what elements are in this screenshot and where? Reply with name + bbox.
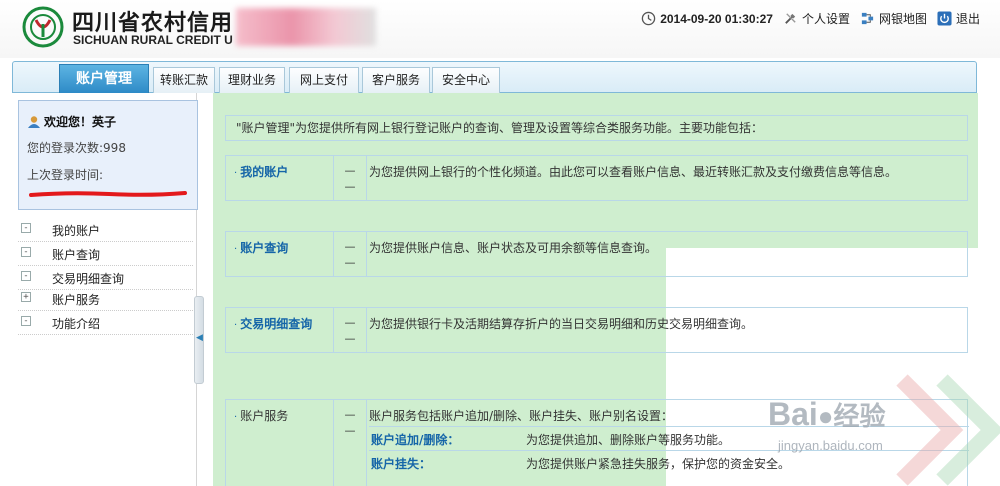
- datetime-text: 2014-09-20 01:30:27: [660, 11, 773, 26]
- row-description: 为您提供网上银行的个性化频道。由此您可以查看账户信息、最近转账汇款及支付缴费信息…: [369, 165, 898, 179]
- brand-name-en: SICHUAN RURAL CREDIT U: [73, 33, 233, 47]
- collapse-toggle-icon[interactable]: -: [21, 271, 31, 281]
- tab-online-payment[interactable]: 网上支付: [289, 67, 359, 93]
- table-row: · 账户查询 — — 为您提供账户信息、账户状态及可用余额等信息查询。: [225, 231, 968, 277]
- dash-text: —: [344, 332, 356, 345]
- expand-toggle-icon[interactable]: +: [21, 292, 31, 302]
- sidebar-item-transaction-query[interactable]: - 交易明细查询: [18, 268, 193, 290]
- dash-text: —: [344, 424, 356, 437]
- sidebar-item-label: 账户查询: [52, 248, 101, 262]
- table-row: · 我的账户 — — 为您提供网上银行的个性化频道。由此您可以查看账户信息、最近转账…: [225, 155, 968, 201]
- sitemap-label: 网银地图: [878, 12, 927, 26]
- logout-link[interactable]: 退出: [937, 10, 980, 27]
- bullet-icon: ·: [234, 320, 238, 331]
- row-description: 账户服务包括账户追加/删除、账户挂失、账户别名设置：: [369, 409, 674, 423]
- logout-label: 退出: [955, 12, 980, 26]
- sub-row-description: 为您提供账户紧急挂失服务，保护您的资金安全。: [526, 457, 791, 471]
- clock-icon: [641, 11, 656, 26]
- dash-text: —: [344, 316, 356, 329]
- row-dash: — —: [334, 308, 367, 352]
- bullet-icon: ·: [234, 168, 238, 179]
- sidebar-item-account-service[interactable]: + 账户服务: [18, 289, 193, 311]
- row-description: 为您提供银行卡及活期结算存折户的当日交易明细和历史交易明细查询。: [369, 317, 754, 331]
- main-nav: 账户管理 转账汇款 理财业务 网上支付 客户服务 安全中心: [12, 61, 977, 94]
- tools-icon: [785, 13, 796, 24]
- main-content: "账户管理"为您提供所有网上银行登记账户的查询、管理及设置等综合类服务功能。主要…: [213, 93, 978, 486]
- sidebar-collapse-handle[interactable]: ◀: [194, 296, 204, 384]
- header: 四川省农村信用 SICHUAN RURAL CREDIT U 2014-09-2…: [0, 0, 1000, 58]
- link-transaction-query[interactable]: 交易明细查询: [240, 317, 312, 331]
- sub-row-description: 为您提供追加、删除账户等服务功能。: [526, 433, 731, 447]
- sitemap-icon: [861, 12, 874, 25]
- sidebar-item-label: 功能介绍: [52, 317, 101, 331]
- dash-text: —: [344, 240, 356, 253]
- collapse-toggle-icon[interactable]: -: [21, 316, 31, 326]
- sidebar-item-label: 账户服务: [52, 293, 101, 307]
- sidebar-item-label: 我的账户: [52, 224, 101, 238]
- row-description: 为您提供账户信息、账户状态及可用余额等信息查询。: [369, 241, 658, 255]
- row-dash: — —: [334, 232, 367, 276]
- link-my-account[interactable]: 我的账户: [240, 165, 288, 179]
- sub-row: 账户挂失： 为您提供账户紧急挂失服务，保护您的资金安全。: [369, 450, 969, 474]
- row-name-account-service: 账户服务: [240, 409, 289, 423]
- user-icon: [28, 115, 40, 128]
- link-account-query[interactable]: 账户查询: [240, 241, 288, 255]
- sidebar-item-feature-intro[interactable]: - 功能介绍: [18, 313, 193, 335]
- row-name-cell: · 我的账户: [226, 156, 334, 200]
- dash-text: —: [344, 164, 356, 177]
- collapse-toggle-icon[interactable]: -: [21, 223, 31, 233]
- sidebar-item-label: 交易明细查询: [52, 272, 125, 286]
- intro-text: "账户管理"为您提供所有网上银行登记账户的查询、管理及设置等综合类服务功能。主要…: [225, 115, 968, 141]
- row-name-cell: · 账户服务: [226, 400, 334, 486]
- power-icon: [937, 11, 952, 26]
- login-count: 您的登录次数:998: [27, 141, 126, 155]
- row-name-cell: · 交易明细查询: [226, 308, 334, 352]
- tab-security-center[interactable]: 安全中心: [432, 67, 500, 93]
- tab-customer-service[interactable]: 客户服务: [362, 67, 430, 93]
- chevron-left-icon: ◀: [196, 333, 203, 343]
- settings-link[interactable]: 个人设置: [783, 10, 850, 27]
- link-account-add-delete[interactable]: 账户追加/删除：: [371, 431, 459, 448]
- sidebar-item-account-query[interactable]: - 账户查询: [18, 244, 193, 266]
- tab-wealth[interactable]: 理财业务: [219, 67, 285, 93]
- dash-text: —: [344, 408, 356, 421]
- redaction-mark: [29, 191, 187, 197]
- last-login-label: 上次登录时间:: [27, 168, 104, 182]
- bullet-icon: ·: [234, 244, 238, 255]
- dash-text: —: [344, 256, 356, 269]
- collapse-toggle-icon[interactable]: -: [21, 247, 31, 257]
- sub-row: 账户追加/删除： 为您提供追加、删除账户等服务功能。: [369, 426, 969, 450]
- tab-account-management[interactable]: 账户管理: [59, 64, 149, 94]
- redacted-area: [236, 8, 376, 46]
- link-account-loss-report[interactable]: 账户挂失：: [371, 455, 431, 472]
- row-name-cell: · 账户查询: [226, 232, 334, 276]
- settings-label: 个人设置: [801, 12, 850, 26]
- greeting-text: 欢迎您！英子: [44, 115, 117, 129]
- row-dash: — —: [334, 400, 367, 486]
- welcome-box: 欢迎您！英子 您的登录次数:998 上次登录时间:: [18, 100, 198, 210]
- tab-transfer[interactable]: 转账汇款: [153, 67, 215, 93]
- dash-text: —: [344, 180, 356, 193]
- sidebar-item-my-account[interactable]: - 我的账户: [18, 220, 193, 242]
- table-row: · 交易明细查询 — — 为您提供银行卡及活期结算存折户的当日交易明细和历史交易明细…: [225, 307, 968, 353]
- datetime-display: 2014-09-20 01:30:27: [641, 11, 773, 26]
- bank-logo-icon: [22, 6, 64, 48]
- bullet-icon: ·: [234, 412, 238, 423]
- sidebar: 欢迎您！英子 您的登录次数:998 上次登录时间: - 我的账户 - 账户查询 …: [12, 93, 198, 486]
- row-dash: — —: [334, 156, 367, 200]
- sitemap-link[interactable]: 网银地图: [860, 10, 927, 27]
- table-row: · 账户服务 — — 账户服务包括账户追加/删除、账户挂失、账户别名设置： 账户追加…: [225, 399, 969, 486]
- welcome-greeting: 欢迎您！英子: [27, 113, 116, 130]
